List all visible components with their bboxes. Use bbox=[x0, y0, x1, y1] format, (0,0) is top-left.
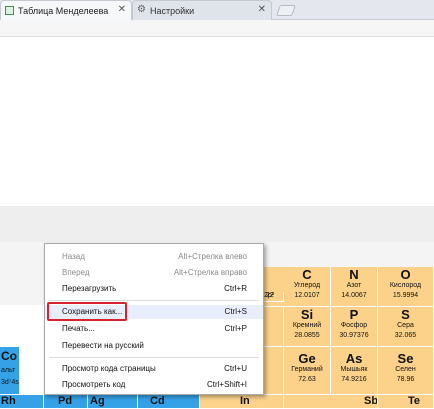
element-cell-sb[interactable]: Sb bbox=[284, 395, 378, 409]
element-symbol: P bbox=[349, 307, 359, 322]
context-menu: Назад Alt+Стрелка влево Вперед Alt+Стрел… bbox=[44, 243, 264, 395]
menu-item-forward[interactable]: Вперед Alt+Стрелка вправо bbox=[45, 266, 263, 280]
element-cell-rh[interactable]: Rh bbox=[0, 395, 44, 409]
tab-periodic-table[interactable]: Таблица Менделеева ✕ bbox=[0, 0, 132, 20]
element-cell-c[interactable]: C Углерод 12.0107 bbox=[284, 267, 331, 307]
tab-title: Таблица Менделеева bbox=[18, 5, 109, 16]
element-symbol: Sb bbox=[364, 395, 378, 407]
element-cell-p[interactable]: P Фосфор 30.97376 bbox=[331, 307, 378, 347]
element-symbol: Cd bbox=[150, 395, 165, 407]
menu-item-shortcut: Ctrl+Shift+I bbox=[206, 380, 247, 389]
menu-item-label: Вперед bbox=[62, 268, 90, 277]
element-mass: 72.63 bbox=[298, 376, 316, 383]
element-mass: 78.96 bbox=[396, 376, 415, 383]
element-mass: 32.065 bbox=[394, 332, 417, 339]
element-symbol: Se bbox=[397, 351, 414, 366]
element-cell-o[interactable]: O Кислород 15.9994 bbox=[378, 267, 434, 307]
menu-item-shortcut: Ctrl+P bbox=[224, 324, 247, 333]
element-mass: 14.0067 bbox=[341, 292, 367, 299]
menu-item-shortcut: Ctrl+R bbox=[224, 284, 247, 293]
electron-config: 2p² bbox=[264, 292, 275, 299]
element-name: Селен bbox=[395, 366, 416, 373]
element-symbol: S bbox=[401, 307, 410, 322]
element-symbol: As bbox=[345, 351, 363, 366]
close-tab-icon[interactable]: ✕ bbox=[118, 4, 126, 15]
element-symbol: In bbox=[240, 395, 250, 407]
electron-config: 3d⁷4s² bbox=[1, 379, 20, 386]
element-cell-ag[interactable]: Ag bbox=[88, 395, 138, 409]
element-symbol: Pd bbox=[58, 395, 73, 407]
element-symbol: Ge bbox=[298, 351, 316, 366]
menu-item-shortcut: Ctrl+U bbox=[224, 364, 247, 373]
element-symbol: N bbox=[349, 267, 359, 282]
element-mass: 74.9216 bbox=[341, 376, 367, 383]
menu-item-view-source[interactable]: Просмотр кода страницы Ctrl+U bbox=[45, 362, 263, 376]
tab-settings[interactable]: ⚙ Настройки ✕ bbox=[132, 0, 272, 20]
element-cell-s[interactable]: S Сера 32.065 bbox=[378, 307, 434, 347]
element-cell-co[interactable]: Co альт 3d⁷4s² bbox=[0, 347, 20, 395]
element-cell-n[interactable]: N Азот 14.0067 bbox=[331, 267, 378, 307]
element-name: Азот bbox=[346, 282, 362, 289]
close-tab-icon[interactable]: ✕ bbox=[258, 4, 266, 15]
menu-item-save-as[interactable]: Сохранить как... Ctrl+S bbox=[45, 302, 263, 321]
element-cell-te[interactable]: Te bbox=[378, 395, 434, 409]
menu-item-translate[interactable]: Перевести на русский bbox=[45, 339, 263, 353]
page-gap bbox=[0, 206, 434, 242]
element-name: Кислород bbox=[389, 282, 422, 289]
menu-item-label: Просмотреть код bbox=[62, 380, 126, 389]
menu-item-label: Назад bbox=[62, 252, 85, 261]
new-tab-button[interactable] bbox=[276, 5, 296, 16]
element-symbol: Rh bbox=[1, 395, 16, 407]
gear-icon: ⚙ bbox=[137, 4, 146, 15]
menu-item-label: Перевести на русский bbox=[62, 341, 144, 350]
tab-bar: Таблица Менделеева ✕ ⚙ Настройки ✕ bbox=[0, 0, 434, 20]
element-name: Германий bbox=[291, 366, 323, 373]
menu-separator bbox=[49, 300, 259, 301]
element-cell-pd[interactable]: Pd bbox=[44, 395, 88, 409]
element-mass: 15.9994 bbox=[392, 292, 419, 299]
element-cell-si[interactable]: Si Кремний 28.0855 bbox=[284, 307, 331, 347]
element-mass: 28.0855 bbox=[294, 332, 320, 339]
element-name: альт bbox=[1, 367, 16, 374]
element-mass: 30.97376 bbox=[339, 332, 369, 339]
element-symbol: Te bbox=[408, 395, 421, 407]
element-symbol: O bbox=[400, 267, 411, 282]
menu-item-shortcut: Ctrl+S bbox=[224, 307, 247, 316]
element-cell-cd[interactable]: Cd bbox=[138, 395, 200, 409]
menu-item-back[interactable]: Назад Alt+Стрелка влево bbox=[45, 250, 263, 264]
menu-separator bbox=[49, 357, 259, 358]
element-cell[interactable] bbox=[264, 347, 284, 395]
browser-toolbar bbox=[0, 20, 434, 37]
tab-title: Настройки bbox=[150, 5, 195, 16]
menu-item-print[interactable]: Печать... Ctrl+P bbox=[45, 322, 263, 336]
element-name: Мышьяк bbox=[340, 366, 368, 373]
element-name: Углерод bbox=[293, 282, 321, 289]
page-favicon-icon bbox=[5, 6, 14, 15]
element-symbol: Si bbox=[300, 307, 314, 322]
menu-item-label: Просмотр кода страницы bbox=[62, 364, 156, 373]
menu-item-shortcut: Alt+Стрелка вправо bbox=[173, 268, 247, 277]
element-name: Сера bbox=[397, 322, 414, 329]
element-symbol: C bbox=[302, 267, 312, 282]
menu-item-label: Перезагрузить bbox=[62, 284, 117, 293]
element-symbol: Ag bbox=[90, 395, 105, 407]
menu-item-shortcut: Alt+Стрелка влево bbox=[178, 252, 247, 261]
element-name: Фосфор bbox=[340, 322, 368, 329]
highlight-frame bbox=[47, 302, 127, 321]
element-cell-ge[interactable]: Ge Германий 72.63 bbox=[284, 347, 331, 395]
element-cell-se[interactable]: Se Селен 78.96 bbox=[378, 347, 434, 395]
menu-item-reload[interactable]: Перезагрузить Ctrl+R bbox=[45, 282, 263, 296]
menu-item-inspect[interactable]: Просмотреть код Ctrl+Shift+I bbox=[45, 378, 263, 392]
element-cell[interactable] bbox=[264, 307, 284, 347]
element-cell-as[interactable]: As Мышьяк 74.9216 bbox=[331, 347, 378, 395]
element-symbol: Co bbox=[1, 349, 17, 363]
menu-item-label: Печать... bbox=[62, 324, 95, 333]
element-config: 2p² bbox=[264, 292, 284, 302]
element-name: Кремний bbox=[292, 322, 322, 329]
element-cell-in[interactable]: In bbox=[200, 395, 284, 409]
element-mass: 12.0107 bbox=[294, 292, 320, 299]
